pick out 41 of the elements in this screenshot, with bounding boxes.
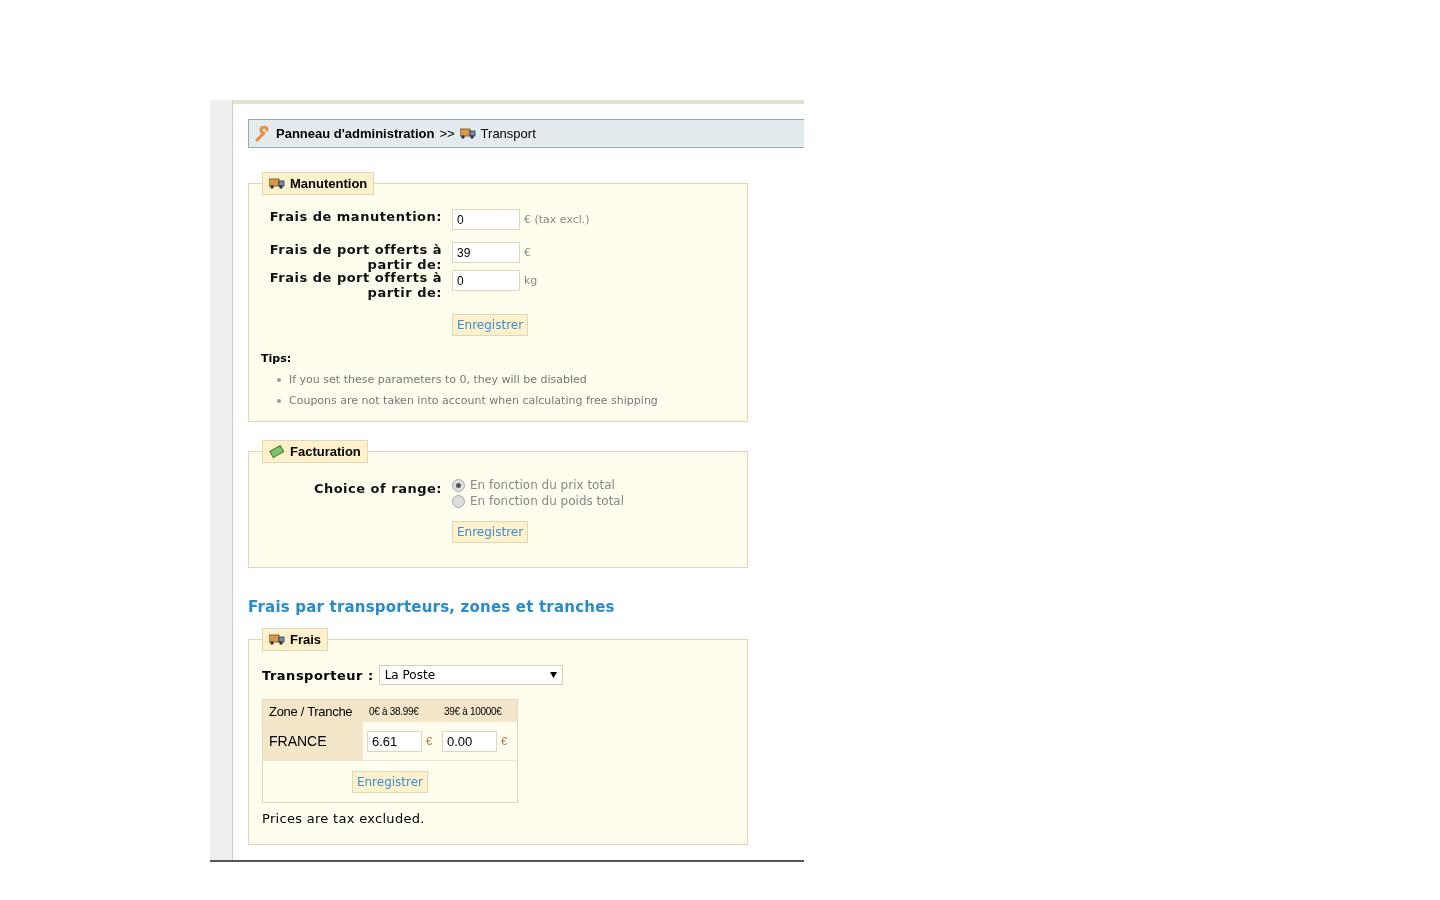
input-field[interactable]: 39 <box>452 242 520 263</box>
truck-icon <box>269 634 285 645</box>
caret-icon <box>549 672 557 678</box>
breadcrumb-current: Transport <box>480 126 536 141</box>
column-header: 0€ à 38.99€ <box>368 705 420 717</box>
unit-text: € <box>501 735 508 747</box>
field-label: Choice of range: <box>312 480 442 496</box>
truck-icon <box>269 178 285 189</box>
field-label: Transporteur : <box>262 667 374 683</box>
field-label: Frais de manutention: <box>268 209 442 224</box>
tip-text: Coupons are not taken into account when calculating free shipping <box>289 394 658 407</box>
unit-text: € <box>426 735 433 747</box>
option-label: En fonction du prix total <box>470 478 615 492</box>
truck-icon <box>459 128 476 139</box>
radio-button[interactable] <box>452 478 465 492</box>
input-field[interactable]: 0 <box>452 270 520 291</box>
column-header: 39€ à 10000€ <box>443 705 503 717</box>
legend-text: Facturation <box>290 444 361 459</box>
section-title: Frais par transporteurs, zones et tranches <box>248 598 616 616</box>
tip-text: If you set these parameters to 0, they will be disabled <box>289 373 587 386</box>
carrier-select[interactable]: La Poste <box>378 665 563 685</box>
input-field[interactable]: 0 <box>452 209 520 230</box>
bullet-icon <box>277 377 281 382</box>
option-label: En fonction du poids total <box>470 494 625 508</box>
tips-title: Tips: <box>261 352 293 365</box>
bullet-icon <box>277 398 281 403</box>
unit-text: kg <box>524 273 538 287</box>
banknote-icon <box>269 444 285 459</box>
unit-text: € (tax excl.) <box>524 212 590 226</box>
column-header: Zone / Tranche <box>268 703 354 719</box>
radio-button[interactable] <box>452 494 465 508</box>
field-label: Frais de port offerts à partir de: <box>268 242 442 272</box>
price-input[interactable]: 0.00 <box>442 730 497 752</box>
unit-text: € <box>524 245 531 259</box>
breadcrumb-separator: >> <box>439 126 455 141</box>
legend-text: Frais <box>290 632 322 647</box>
breadcrumb-link[interactable]: Panneau d'administration <box>276 126 435 141</box>
legend-text: Manutention <box>290 176 368 191</box>
price-input[interactable]: 6.61 <box>367 730 422 752</box>
note-text: Prices are tax excluded. <box>262 811 426 826</box>
zone-cell: FRANCE <box>263 722 363 760</box>
